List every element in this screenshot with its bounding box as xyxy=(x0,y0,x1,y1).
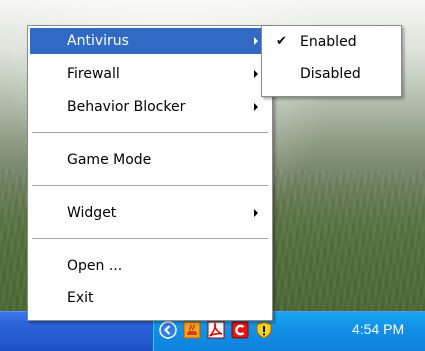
show-hidden-icons-chevron-icon[interactable] xyxy=(158,320,178,340)
submenu-item-label: Disabled xyxy=(300,66,361,82)
submenu-item-label: Enabled xyxy=(300,34,357,50)
menu-item-label: Widget xyxy=(67,205,117,221)
menu-item-label: Antivirus xyxy=(67,33,129,49)
checkmark-icon: ✔ xyxy=(276,34,287,49)
menu-separator xyxy=(32,238,268,240)
antivirus-submenu: ✔ Enabled Disabled xyxy=(261,25,402,97)
menu-separator xyxy=(32,132,268,134)
menu-item-label: Behavior Blocker xyxy=(67,99,186,115)
menu-item-widget[interactable]: Widget xyxy=(30,200,270,226)
submenu-arrow-icon xyxy=(254,70,258,78)
menu-item-firewall[interactable]: Firewall xyxy=(30,61,270,87)
submenu-item-disabled[interactable]: Disabled xyxy=(264,61,399,87)
desktop: 4:54 PM Antivirus Firewall Behavior Bloc… xyxy=(0,0,425,351)
antivirus-red-c-icon[interactable] xyxy=(230,320,250,340)
menu-item-open[interactable]: Open ... xyxy=(30,253,270,279)
java-icon[interactable] xyxy=(182,320,202,340)
adobe-acrobat-icon[interactable] xyxy=(206,320,226,340)
menu-item-label: Firewall xyxy=(67,66,120,82)
menu-item-label: Game Mode xyxy=(67,152,152,168)
submenu-arrow-icon xyxy=(254,209,258,217)
tray-context-menu: Antivirus Firewall Behavior Blocker Game… xyxy=(27,25,273,321)
menu-item-label: Exit xyxy=(67,290,94,306)
taskbar-clock[interactable]: 4:54 PM xyxy=(352,321,404,337)
menu-item-antivirus[interactable]: Antivirus xyxy=(30,28,270,54)
menu-separator xyxy=(32,185,268,187)
submenu-arrow-icon xyxy=(254,103,258,111)
submenu-item-enabled[interactable]: ✔ Enabled xyxy=(264,29,399,55)
submenu-arrow-icon xyxy=(254,37,258,45)
menu-item-behavior-blocker[interactable]: Behavior Blocker xyxy=(30,94,270,120)
menu-item-label: Open ... xyxy=(67,258,123,274)
menu-item-game-mode[interactable]: Game Mode xyxy=(30,147,270,173)
menu-item-exit[interactable]: Exit xyxy=(30,285,270,311)
security-shield-icon[interactable] xyxy=(254,320,274,340)
